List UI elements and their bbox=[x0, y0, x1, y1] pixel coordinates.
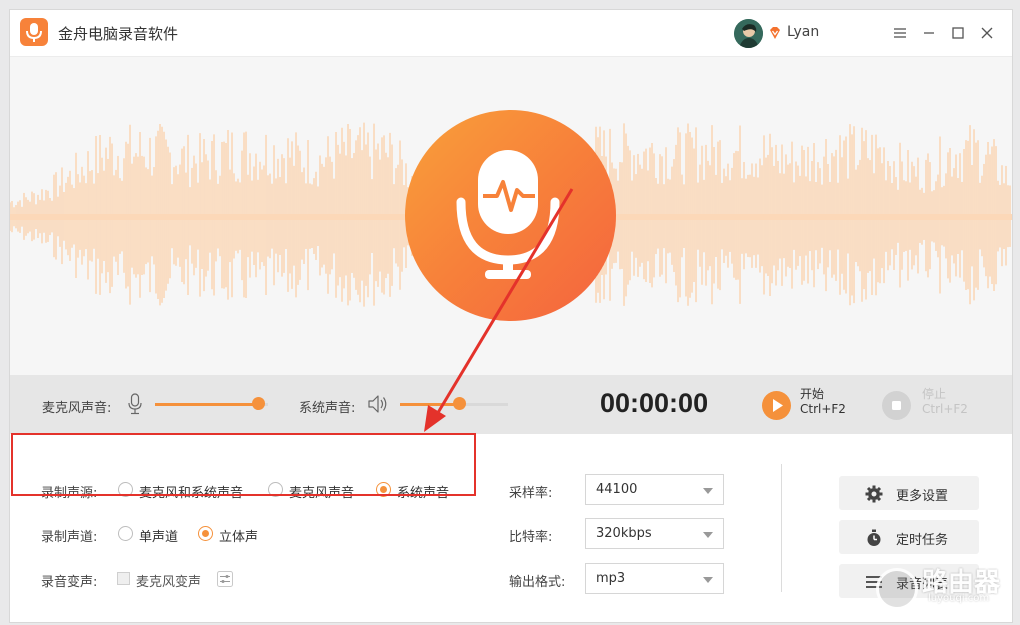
stop-label[interactable]: 停止 Ctrl+F2 bbox=[922, 387, 968, 417]
channel-option-mono[interactable]: 单声道 bbox=[139, 526, 178, 545]
bitrate-label: 比特率: bbox=[509, 530, 553, 545]
more-settings-label: 更多设置 bbox=[896, 489, 949, 504]
format-select[interactable]: mp3 bbox=[585, 563, 724, 594]
recording-list-button[interactable]: 录音列表 bbox=[839, 564, 979, 598]
sample-rate-value: 44100 bbox=[596, 482, 638, 497]
bitrate-select[interactable]: 320kbps bbox=[585, 518, 724, 549]
source-option-mic[interactable]: 麦克风声音 bbox=[289, 482, 354, 501]
maximize-icon[interactable] bbox=[948, 23, 968, 43]
microphone-small-icon bbox=[127, 393, 143, 419]
close-icon[interactable] bbox=[977, 23, 997, 43]
username[interactable]: Lyan bbox=[787, 24, 819, 40]
gear-icon bbox=[865, 485, 883, 503]
settings-panel: 录制声源: 麦克风和系统声音 麦克风声音 系统声音 录制声道: 单声道 立体声 … bbox=[10, 434, 1012, 622]
scheduled-task-label: 定时任务 bbox=[896, 533, 949, 548]
menu-icon[interactable] bbox=[890, 23, 910, 43]
play-icon bbox=[773, 399, 783, 412]
channel-label: 录制声道: bbox=[41, 530, 98, 545]
stop-icon bbox=[892, 401, 901, 410]
mic-volume-thumb[interactable] bbox=[252, 397, 266, 410]
source-option-mic-and-system[interactable]: 麦克风和系统声音 bbox=[139, 482, 243, 501]
chevron-down-icon bbox=[703, 488, 713, 494]
source-label: 录制声源: bbox=[41, 486, 98, 501]
user-avatar[interactable] bbox=[734, 19, 763, 48]
start-button[interactable] bbox=[762, 391, 791, 420]
start-text: 开始 bbox=[800, 387, 825, 401]
source-radio-system[interactable] bbox=[376, 482, 391, 497]
bitrate-value: 320kbps bbox=[596, 526, 652, 541]
sample-rate-select[interactable]: 44100 bbox=[585, 474, 724, 505]
waveform-stage bbox=[10, 57, 1012, 375]
record-mic-button[interactable] bbox=[405, 110, 616, 321]
recording-timer: 00:00:00 bbox=[600, 388, 709, 418]
title-bar: 金舟电脑录音软件 Lyan bbox=[10, 10, 1012, 57]
stop-shortcut: Ctrl+F2 bbox=[922, 402, 968, 416]
stop-button[interactable] bbox=[882, 391, 911, 420]
system-volume-thumb[interactable] bbox=[452, 397, 466, 410]
sample-rate-label: 采样率: bbox=[509, 486, 553, 501]
source-radio-mic-and-system[interactable] bbox=[118, 482, 133, 497]
recording-list-label: 录音列表 bbox=[896, 577, 949, 592]
source-radio-mic[interactable] bbox=[268, 482, 283, 497]
minimize-icon[interactable] bbox=[919, 23, 939, 43]
chevron-down-icon bbox=[703, 577, 713, 583]
start-label[interactable]: 开始 Ctrl+F2 bbox=[800, 387, 846, 417]
voice-change-settings-icon[interactable] bbox=[217, 571, 233, 591]
voice-change-checkbox[interactable] bbox=[117, 572, 130, 585]
app-title: 金舟电脑录音软件 bbox=[58, 25, 179, 43]
mic-volume-fill bbox=[155, 403, 259, 406]
speaker-icon bbox=[367, 393, 389, 419]
stopwatch-icon bbox=[867, 529, 881, 546]
start-shortcut: Ctrl+F2 bbox=[800, 402, 846, 416]
format-value: mp3 bbox=[596, 571, 626, 586]
list-icon bbox=[866, 576, 882, 588]
mic-volume-label: 麦克风声音: bbox=[42, 401, 112, 416]
scheduled-task-button[interactable]: 定时任务 bbox=[839, 520, 979, 554]
source-option-system[interactable]: 系统声音 bbox=[397, 482, 449, 501]
microphone-icon bbox=[456, 150, 560, 279]
channel-option-stereo[interactable]: 立体声 bbox=[219, 526, 258, 545]
vip-diamond-icon bbox=[768, 25, 782, 44]
voice-change-label: 录音变声: bbox=[41, 575, 98, 590]
app-logo-icon bbox=[20, 18, 48, 46]
control-bar: 麦克风声音: 系统声音: 00:00:00 开始 Ctrl+F2 停止 Ctrl… bbox=[10, 375, 1012, 434]
more-settings-button[interactable]: 更多设置 bbox=[839, 476, 979, 510]
system-volume-fill bbox=[400, 403, 460, 406]
voice-change-option[interactable]: 麦克风变声 bbox=[136, 571, 201, 590]
vertical-divider bbox=[781, 464, 782, 592]
chevron-down-icon bbox=[703, 532, 713, 538]
system-volume-label: 系统声音: bbox=[299, 401, 356, 416]
channel-radio-mono[interactable] bbox=[118, 526, 133, 541]
channel-radio-stereo[interactable] bbox=[198, 526, 213, 541]
app-window: 金舟电脑录音软件 Lyan 麦克风声音: 系统声音: 00:00:00 开始 C… bbox=[9, 9, 1013, 623]
format-label: 输出格式: bbox=[509, 575, 566, 590]
stop-text: 停止 bbox=[922, 387, 947, 401]
